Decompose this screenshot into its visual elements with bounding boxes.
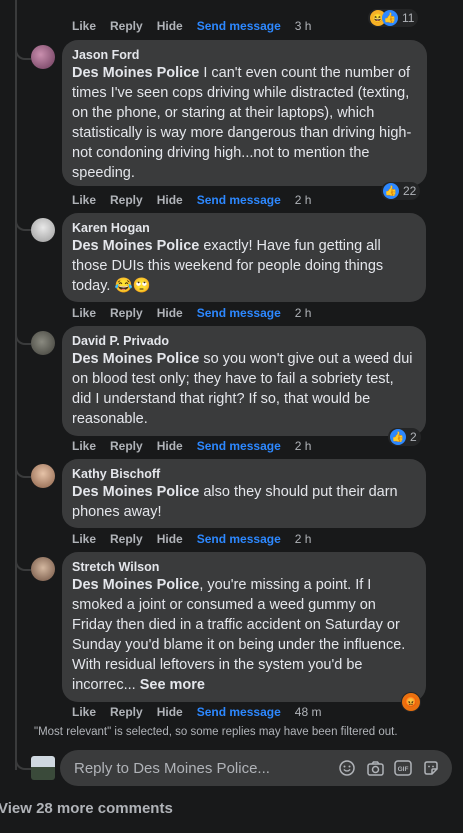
reply-button[interactable]: Reply [110, 705, 143, 719]
send-message-button[interactable]: Send message [197, 193, 281, 207]
avatar[interactable] [31, 464, 55, 488]
see-more-link[interactable]: See more [140, 677, 205, 693]
comment-body: , you're missing a point. If I smoked a … [72, 577, 406, 693]
top-comment-actions: Like Reply Hide Send message 3 h [72, 19, 325, 33]
hide-button[interactable]: Hide [157, 439, 183, 453]
filter-note: "Most relevant" is selected, so some rep… [34, 726, 398, 738]
send-message-button[interactable]: Send message [197, 306, 281, 320]
reply-button[interactable]: Reply [110, 439, 143, 453]
like-icon: 👍 [382, 10, 398, 26]
comment-actions: Like Reply Hide Send message 2 h [72, 193, 325, 207]
thread-branch [15, 213, 31, 231]
like-button[interactable]: Like [72, 19, 96, 33]
reply-composer[interactable]: GIF [60, 750, 452, 786]
reply-input[interactable] [72, 758, 328, 778]
like-button[interactable]: Like [72, 439, 96, 453]
like-icon: 👍 [383, 183, 399, 199]
mention-link[interactable]: Des Moines Police [72, 484, 199, 500]
comment-author[interactable]: Jason Ford [72, 47, 417, 63]
comment-author[interactable]: Stretch Wilson [72, 559, 416, 575]
mention-link[interactable]: Des Moines Police [72, 65, 199, 81]
timestamp[interactable]: 2 h [295, 532, 312, 546]
comment-actions: Like Reply Hide Send message 2 h [72, 532, 325, 546]
comment-text: Des Moines Police I can't even count the… [72, 63, 417, 183]
reaction-count: 11 [402, 11, 415, 25]
like-button[interactable]: Like [72, 193, 96, 207]
comment-text: Des Moines Police exactly! Have fun gett… [72, 236, 416, 296]
view-more-comments-link[interactable]: View 28 more comments [0, 800, 173, 817]
camera-icon[interactable] [366, 759, 384, 777]
send-message-button[interactable]: Send message [197, 19, 281, 33]
send-message-button[interactable]: Send message [197, 532, 281, 546]
comment-text: Des Moines Police so you won't give out … [72, 349, 416, 429]
mention-link[interactable]: Des Moines Police [72, 351, 199, 367]
hide-button[interactable]: Hide [157, 19, 183, 33]
comment-bubble: Karen Hogan Des Moines Police exactly! H… [62, 213, 426, 302]
like-button[interactable]: Like [72, 532, 96, 546]
comment-author[interactable]: Kathy Bischoff [72, 466, 416, 482]
like-button[interactable]: Like [72, 306, 96, 320]
reply-button[interactable]: Reply [110, 193, 143, 207]
send-message-button[interactable]: Send message [197, 439, 281, 453]
hide-button[interactable]: Hide [157, 705, 183, 719]
reaction-count: 22 [403, 184, 417, 198]
comment-author[interactable]: Karen Hogan [72, 220, 416, 236]
thread-line [15, 0, 17, 770]
thread-branch [15, 553, 31, 571]
send-message-button[interactable]: Send message [197, 705, 281, 719]
comment-bubble: David P. Privado Des Moines Police so yo… [62, 326, 426, 436]
like-icon: 👍 [390, 429, 406, 445]
mention-link[interactable]: Des Moines Police [72, 238, 199, 254]
thread-branch [15, 42, 31, 60]
hide-button[interactable]: Hide [157, 306, 183, 320]
comment-text: Des Moines Police also they should put t… [72, 482, 416, 522]
comment-actions: Like Reply Hide Send message 2 h [72, 306, 325, 320]
timestamp[interactable]: 2 h [295, 306, 312, 320]
reaction-count: 2 [410, 430, 417, 444]
comment-author[interactable]: David P. Privado [72, 333, 416, 349]
like-button[interactable]: Like [72, 705, 96, 719]
reaction-summary[interactable]: 👍 2 [388, 428, 421, 446]
reply-button[interactable]: Reply [110, 306, 143, 320]
mention-link[interactable]: Des Moines Police [72, 577, 199, 593]
timestamp[interactable]: 2 h [295, 439, 312, 453]
timestamp[interactable]: 48 m [295, 705, 322, 719]
emoji-icon[interactable] [338, 759, 356, 777]
page-avatar [31, 756, 55, 780]
comment-bubble: Kathy Bischoff Des Moines Police also th… [62, 459, 426, 528]
reaction-summary[interactable]: 👍 22 [381, 182, 421, 200]
comment-bubble: Stretch Wilson Des Moines Police, you're… [62, 552, 426, 702]
avatar[interactable] [31, 331, 55, 355]
timestamp[interactable]: 2 h [295, 193, 312, 207]
angry-icon: 😡 [402, 693, 420, 711]
gif-icon[interactable]: GIF [394, 759, 412, 777]
avatar[interactable] [31, 218, 55, 242]
comment-bubble: Jason Ford Des Moines Police I can't eve… [62, 40, 427, 186]
comment-text: Des Moines Police, you're missing a poin… [72, 575, 416, 695]
hide-button[interactable]: Hide [157, 193, 183, 207]
reaction-summary[interactable]: 😆 👍 11 [368, 9, 419, 27]
thread-branch [15, 327, 31, 345]
comment-body: I can't even count the number of times I… [72, 65, 412, 181]
reaction-summary[interactable]: 😡 [401, 692, 421, 712]
reply-button[interactable]: Reply [110, 19, 143, 33]
sticker-icon[interactable] [422, 759, 440, 777]
avatar[interactable] [31, 557, 55, 581]
comment-actions: Like Reply Hide Send message 2 h [72, 439, 325, 453]
gif-label: GIF [398, 766, 409, 773]
timestamp[interactable]: 3 h [295, 19, 312, 33]
thread-branch [15, 752, 31, 770]
reply-button[interactable]: Reply [110, 532, 143, 546]
comment-actions: Like Reply Hide Send message 48 m [72, 705, 335, 719]
thread-branch [15, 460, 31, 478]
hide-button[interactable]: Hide [157, 532, 183, 546]
avatar[interactable] [31, 45, 55, 69]
